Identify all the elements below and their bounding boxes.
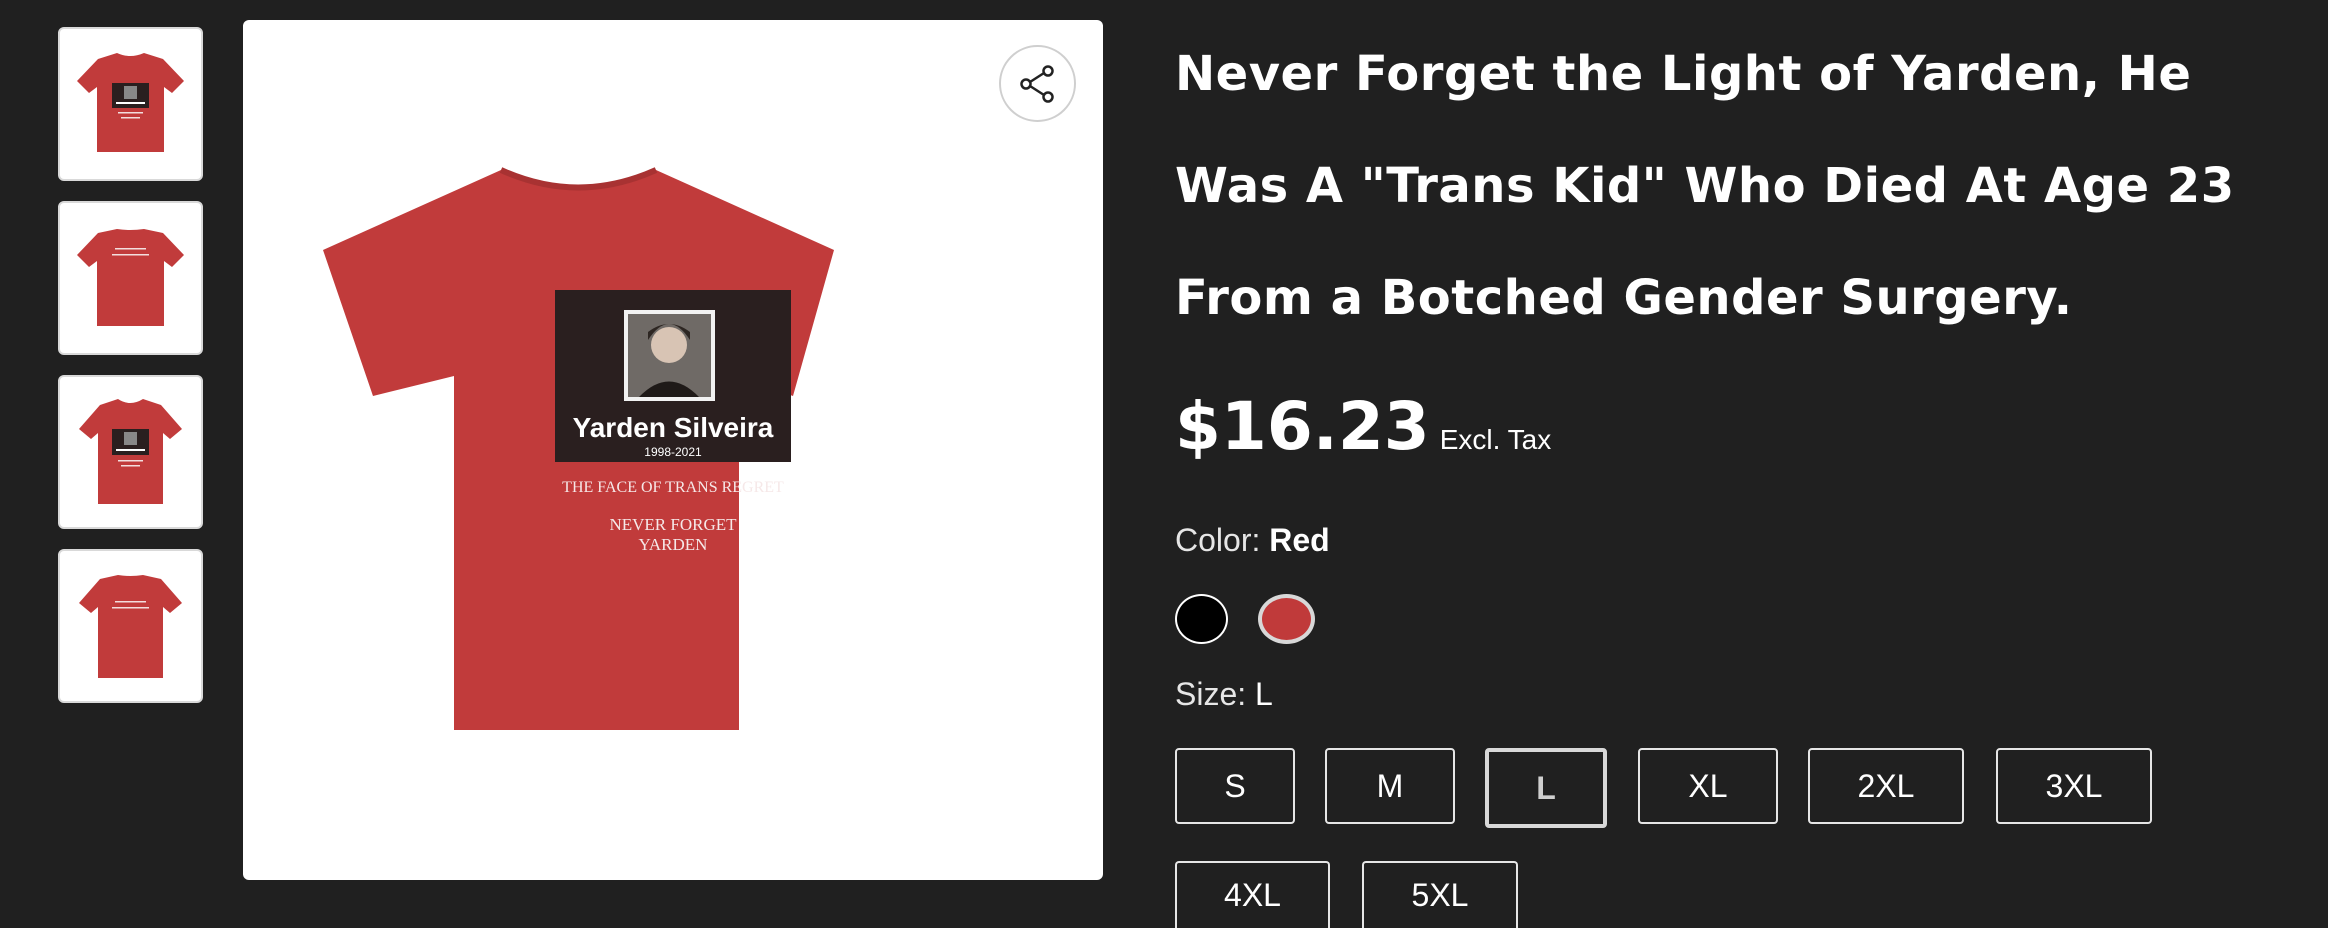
- print-name: Yarden Silveira: [573, 412, 774, 443]
- color-swatch-red[interactable]: [1258, 594, 1315, 644]
- thumbnail-back[interactable]: [58, 201, 203, 355]
- thumbnail-list: [58, 27, 203, 723]
- print-years: 1998-2021: [644, 445, 702, 459]
- print-line2: NEVER FORGET: [609, 515, 737, 534]
- product-title: Never Forget the Light of Yarden, He Was…: [1175, 46, 2235, 326]
- thumbnail-worn-front[interactable]: [58, 375, 203, 529]
- tax-note: Excl. Tax: [1439, 424, 1552, 455]
- share-icon: [1020, 65, 1054, 103]
- size-option-s[interactable]: S: [1175, 748, 1295, 824]
- color-selected-value: Red: [1269, 522, 1330, 558]
- price-row: $16.23 Excl. Tax: [1175, 388, 1551, 465]
- tshirt-image: Yarden Silveira 1998-2021 THE FACE OF TR…: [323, 167, 834, 730]
- size-label: Size: L: [1175, 676, 1273, 713]
- size-selected-value: L: [1255, 676, 1273, 712]
- color-swatch-black[interactable]: [1175, 594, 1228, 644]
- size-option-4xl[interactable]: 4XL: [1175, 861, 1330, 928]
- share-button[interactable]: [999, 45, 1076, 122]
- size-option-2xl[interactable]: 2XL: [1808, 748, 1964, 824]
- print-line1: THE FACE OF TRANS REGRET: [562, 479, 784, 496]
- color-label-text: Color:: [1175, 522, 1261, 558]
- main-product-image: Yarden Silveira 1998-2021 THE FACE OF TR…: [243, 20, 1103, 880]
- thumbnail-front[interactable]: [58, 27, 203, 181]
- size-label-text: Size:: [1175, 676, 1247, 712]
- product-price: $16.23: [1175, 388, 1430, 465]
- size-option-5xl[interactable]: 5XL: [1362, 861, 1518, 928]
- size-option-l[interactable]: L: [1485, 748, 1607, 828]
- size-option-3xl[interactable]: 3XL: [1996, 748, 2152, 824]
- size-option-xl[interactable]: XL: [1638, 748, 1778, 824]
- product-page: Yarden Silveira 1998-2021 THE FACE OF TR…: [0, 0, 2328, 928]
- color-label: Color: Red: [1175, 522, 1330, 559]
- print-line3: YARDEN: [639, 535, 708, 554]
- thumbnail-worn-back[interactable]: [58, 549, 203, 703]
- size-option-m[interactable]: M: [1325, 748, 1455, 824]
